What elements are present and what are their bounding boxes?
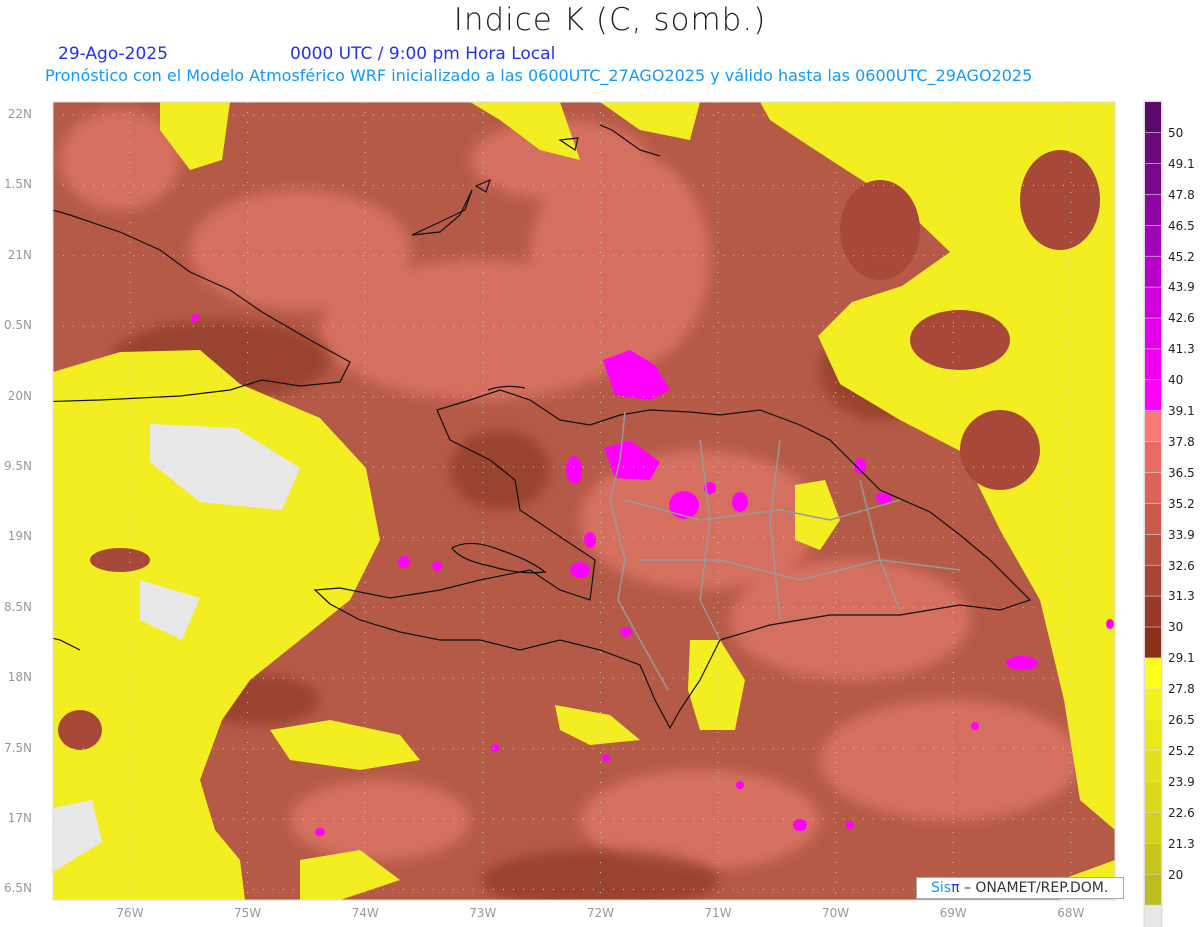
colorbar-swatch <box>1145 781 1161 813</box>
k-index-map <box>52 100 1163 927</box>
colorbar-label: 46.5 <box>1168 218 1195 233</box>
colorbar-swatch <box>1145 256 1161 287</box>
colorbar-label: 29.1 <box>1168 651 1195 666</box>
lat-label: 7.5N <box>3 740 32 755</box>
lon-label: 71W <box>704 906 732 920</box>
lat-label: 21N <box>7 247 32 262</box>
colorbar-label: 41.3 <box>1168 342 1195 357</box>
credit-box: Sisπ – ONAMET/REP.DOM. <box>916 877 1124 899</box>
lat-label: 9.5N <box>3 459 32 473</box>
colorbar-swatch <box>1145 627 1161 658</box>
lon-label: 73W <box>469 906 497 920</box>
colorbar-label: 43.9 <box>1168 280 1195 295</box>
colorbar-swatch <box>1145 225 1161 256</box>
colorbar-label: 31.3 <box>1168 589 1195 604</box>
lon-label: 76W <box>116 906 144 920</box>
lat-label: 8.5N <box>3 599 32 614</box>
colorbar-swatch <box>1145 287 1161 318</box>
colorbar-swatch <box>1145 441 1161 473</box>
lat-label: 6.5N <box>3 881 32 896</box>
credit-text: – ONAMET/REP.DOM. <box>959 880 1109 896</box>
colorbar-label: 40 <box>1168 373 1184 388</box>
colorbar-label: 22.6 <box>1168 805 1195 820</box>
colorbar-label: 26.5 <box>1168 713 1195 727</box>
lat-label: 22N <box>7 107 32 121</box>
lat-label: 17N <box>7 811 32 825</box>
colorbar-swatch <box>1145 565 1161 596</box>
lat-label: 0.5N <box>3 318 32 333</box>
colorbar-label: 42.6 <box>1168 311 1195 326</box>
colorbar-swatch <box>1145 318 1161 349</box>
colorbar-label: 49.1 <box>1168 156 1195 171</box>
colorbar-label: 21.3 <box>1168 836 1195 851</box>
credit-brand-pi: π <box>951 880 960 896</box>
colorbar-swatch <box>1145 658 1161 689</box>
colorbar-label: 37.8 <box>1168 434 1195 449</box>
colorbar-swatch <box>1145 874 1161 905</box>
lat-label: 19N <box>7 529 32 544</box>
lon-label: 70W <box>822 906 850 920</box>
colorbar-swatch <box>1145 843 1161 874</box>
colorbar-swatch <box>1145 132 1161 164</box>
credit-brand: Sis <box>931 880 952 896</box>
colorbar-label: 36.5 <box>1168 465 1195 480</box>
lon-label: 75W <box>234 906 262 920</box>
colorbar-swatch <box>1145 380 1161 411</box>
lon-label: 72W <box>586 906 614 920</box>
colorbar-swatch <box>1145 534 1161 565</box>
colorbar-label: 33.9 <box>1168 527 1195 542</box>
colorbar-label: 47.8 <box>1168 187 1195 202</box>
colorbar-label: 27.8 <box>1168 682 1195 697</box>
colorbar <box>1143 100 1163 927</box>
colorbar-swatch <box>1145 411 1161 442</box>
colorbar-swatch <box>1145 689 1161 720</box>
colorbar-swatch <box>1145 750 1161 782</box>
colorbar-swatch <box>1145 194 1161 225</box>
colorbar-swatch <box>1145 905 1161 927</box>
colorbar-label: 39.1 <box>1168 404 1195 418</box>
colorbar-label: 35.2 <box>1168 496 1195 511</box>
colorbar-label: 32.6 <box>1168 558 1195 573</box>
colorbar-swatch <box>1145 102 1161 133</box>
colorbar-label: 25.2 <box>1168 743 1195 758</box>
colorbar-swatch <box>1145 349 1161 380</box>
colorbar-swatch <box>1145 503 1161 534</box>
colorbar-label: 23.9 <box>1168 774 1195 789</box>
colorbar-swatch <box>1145 596 1161 627</box>
colorbar-label: 45.2 <box>1168 249 1195 264</box>
colorbar-swatch <box>1145 472 1161 504</box>
colorbar-swatch <box>1145 163 1161 195</box>
lat-label: 1.5N <box>3 177 32 192</box>
colorbar-swatch <box>1145 720 1161 751</box>
lon-label: 68W <box>1057 906 1085 920</box>
lat-label: 18N <box>7 670 32 685</box>
colorbar-label: 30 <box>1168 620 1184 635</box>
colorbar-label: 20 <box>1168 867 1184 882</box>
lon-label: 74W <box>351 906 379 920</box>
lon-label: 69W <box>939 906 967 920</box>
colorbar-label: 50 <box>1168 125 1184 140</box>
lat-label: 20N <box>7 388 32 403</box>
colorbar-swatch <box>1145 812 1161 843</box>
